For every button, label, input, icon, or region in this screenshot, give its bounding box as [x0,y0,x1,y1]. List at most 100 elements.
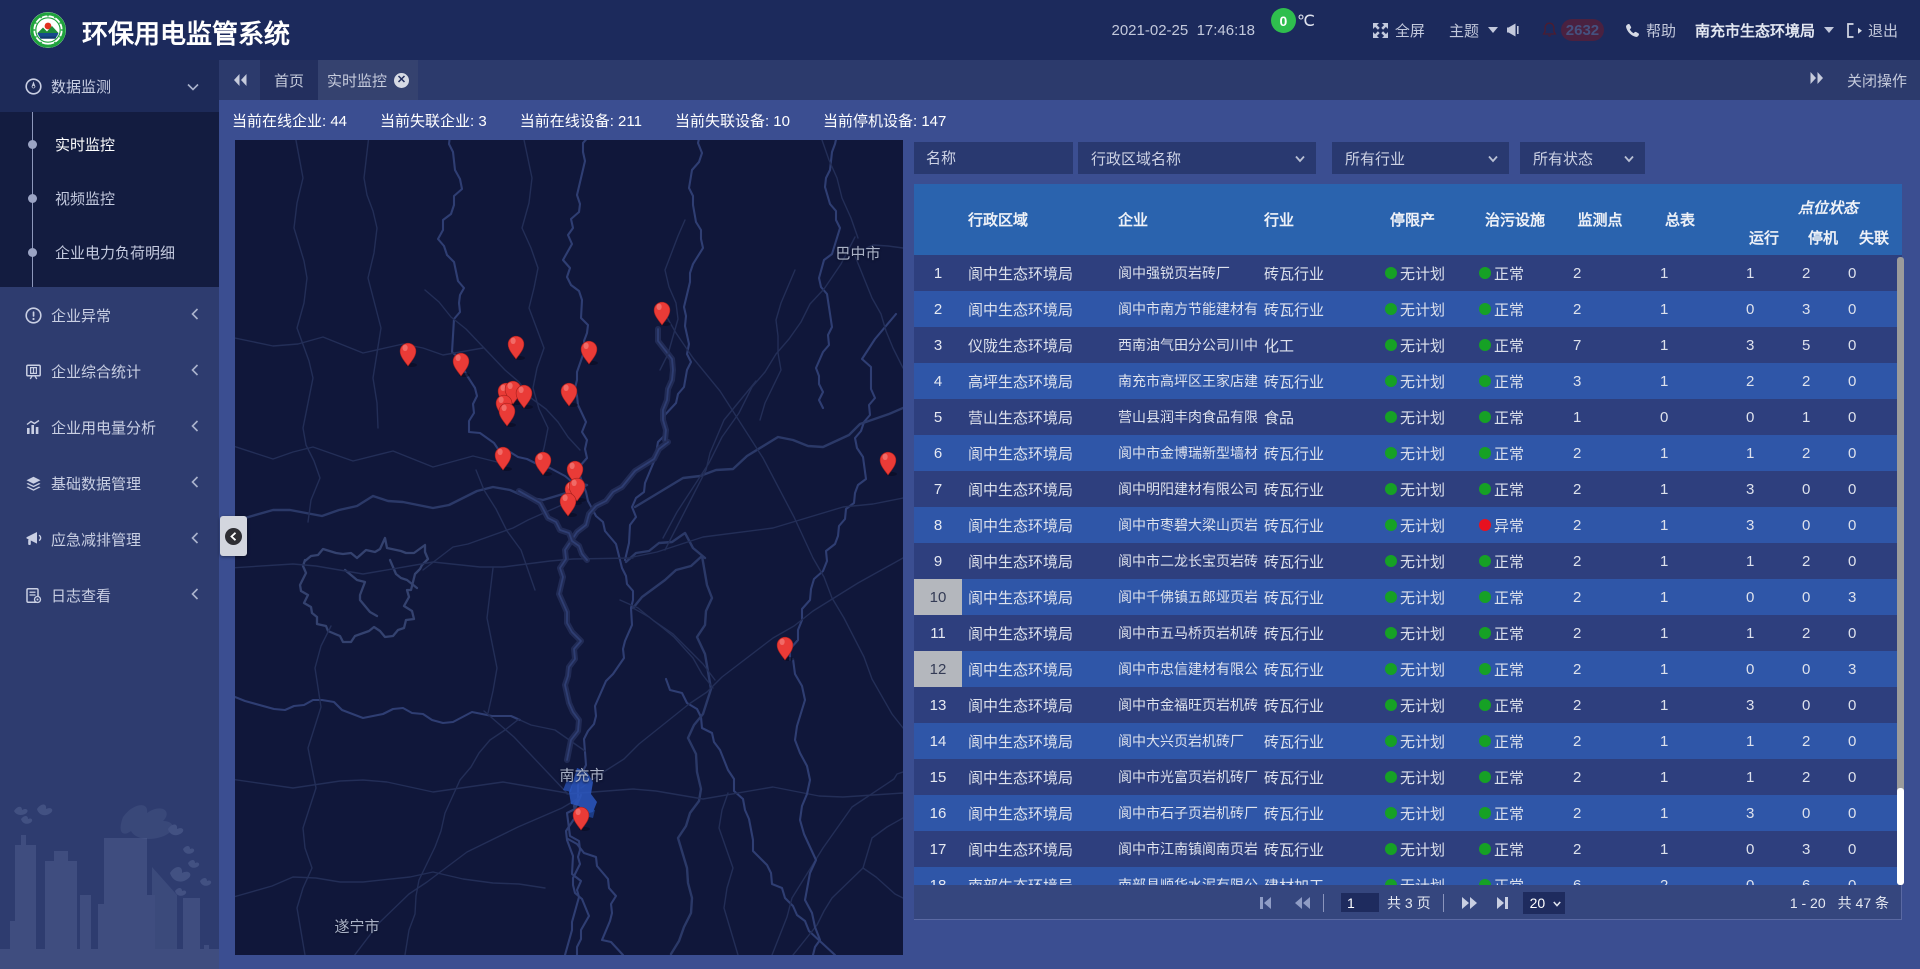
close-operations-dropdown[interactable]: 关闭操作 [1847,70,1907,91]
name-filter-input[interactable] [914,142,1073,174]
sidebar-item-0[interactable]: 数据监测 [0,60,219,112]
header-production[interactable]: 停限产 [1376,184,1472,255]
table-row[interactable]: 1阆中生态环境局阆中强锐页岩砖厂砖瓦行业无计划正常21120 [914,255,1902,291]
tabs-scroll-right-button[interactable] [1809,71,1825,89]
sidebar-item-3[interactable]: 企业用电量分析 [0,399,219,455]
status-dot-icon [1479,591,1491,603]
help-button[interactable]: 帮助 [1625,20,1676,41]
header-meter[interactable]: 总表 [1632,184,1728,255]
next-page-button[interactable] [1461,896,1478,910]
table-row[interactable]: 3仪陇生态环境局西南油气田分公司川中化工无计划正常71350 [914,327,1902,363]
header-region[interactable]: 行政区域 [962,184,1110,255]
map-pin-icon[interactable] [580,339,599,365]
logout-button[interactable]: 退出 [1846,20,1898,41]
first-page-button[interactable] [1259,896,1272,910]
table-row[interactable]: 9阆中生态环境局阆中市二龙长宝页岩砖砖瓦行业无计划正常21120 [914,543,1902,579]
map-pin-icon[interactable] [399,341,418,367]
page-number-input[interactable] [1341,893,1379,912]
cell-industry: 砖瓦行业 [1258,291,1376,327]
header-stop[interactable]: 停机 [1800,220,1846,255]
map-pin-icon[interactable] [534,450,553,476]
sidebar-subitem-label: 视频监控 [55,188,115,209]
tab-home[interactable]: 首页 [260,60,318,100]
sidebar-item-5[interactable]: 应急减排管理 [0,511,219,567]
header-monitor[interactable]: 监测点 [1568,184,1632,255]
map-pin-icon[interactable] [494,445,513,471]
table-row[interactable]: 11阆中生态环境局阆中市五马桥页岩机砖砖瓦行业无计划正常21120 [914,615,1902,651]
table-row[interactable]: 15阆中生态环境局阆中市光富页岩机砖厂砖瓦行业无计划正常21120 [914,759,1902,795]
header-treatment[interactable]: 治污设施 [1472,184,1568,255]
sidebar-subitem-0-0[interactable]: 实时监控 [0,117,219,171]
table-row[interactable]: 16阆中生态环境局阆中市石子页岩机砖厂砖瓦行业无计划正常21300 [914,795,1902,831]
chevron-down-icon [1553,900,1561,908]
cell-index: 7 [914,471,962,507]
tab-close-icon[interactable]: ✕ [394,73,409,88]
prev-page-button[interactable] [1294,896,1311,910]
map-pin-icon[interactable] [452,351,471,377]
cell-monitor: 2 [1568,435,1632,471]
sidebar-subitem-0-1[interactable]: 视频监控 [0,171,219,225]
cell-meter: 1 [1632,687,1728,723]
table-row[interactable]: 6阆中生态环境局阆中市金博瑞新型墙材砖瓦行业无计划正常21120 [914,435,1902,471]
fullscreen-button[interactable]: 全屏 [1372,20,1425,41]
region-filter-select[interactable]: 行政区域名称 [1078,142,1316,174]
sidebar-subitem-0-2[interactable]: 企业电力负荷明细 [0,225,219,279]
map-pin-icon[interactable] [572,805,591,831]
cell-company: 营山县润丰肉食品有限 [1110,399,1258,435]
cell-lost: 0 [1846,759,1902,795]
table-row[interactable]: 14阆中生态环境局阆中大兴页岩机砖厂砖瓦行业无计划正常21120 [914,723,1902,759]
map-pin-icon[interactable] [560,381,579,407]
tabs-scroll-left-button[interactable] [219,60,260,100]
map-pin-icon[interactable] [559,491,578,517]
page-size-select[interactable]: 20 [1523,892,1565,914]
notifications[interactable]: 2632 [1542,19,1604,41]
map[interactable]: 巴中市南充市遂宁市 [235,140,903,955]
table-row[interactable]: 13阆中生态环境局阆中市金福旺页岩机砖砖瓦行业无计划正常21300 [914,687,1902,723]
mute-button[interactable] [1506,23,1519,37]
header-company[interactable]: 企业 [1110,184,1258,255]
cell-treatment: 正常 [1472,579,1568,615]
table-scrollbar-thumb[interactable] [1897,788,1904,885]
cell-company: 阆中千佛镇五郎垭页岩 [1110,579,1258,615]
header-industry[interactable]: 行业 [1258,184,1376,255]
chevron-left-icon [191,308,199,323]
map-pin-icon[interactable] [776,635,795,661]
tab-realtime-monitor[interactable]: 实时监控 ✕ [318,60,418,100]
table-row[interactable]: 12阆中生态环境局阆中市忠信建材有限公砖瓦行业无计划正常21003 [914,651,1902,687]
cell-production: 无计划 [1376,363,1472,399]
cell-run: 1 [1728,759,1800,795]
sidebar-item-2[interactable]: 企业综合统计 [0,343,219,399]
table-row[interactable]: 4高坪生态环境局南充市高坪区王家店建砖瓦行业无计划正常31220 [914,363,1902,399]
sidebar-subitem-label: 实时监控 [55,134,115,155]
sidebar-item-6[interactable]: 日志查看 [0,567,219,623]
map-pin-icon[interactable] [653,300,672,326]
cell-industry: 食品 [1258,399,1376,435]
sidebar-item-1[interactable]: 企业异常 [0,287,219,343]
map-pin-icon[interactable] [507,334,526,360]
industry-filter-select[interactable]: 所有行业 [1332,142,1509,174]
map-pin-icon[interactable] [498,401,517,427]
map-pin-icon[interactable] [879,450,898,476]
header-run[interactable]: 运行 [1728,220,1800,255]
org-dropdown[interactable]: 南充市生态环境局 [1695,20,1834,41]
table-scrollbar[interactable] [1897,257,1904,885]
cell-company: 阆中市金博瑞新型墙材 [1110,435,1258,471]
sidebar-submenu: 实时监控视频监控企业电力负荷明细 [0,112,219,287]
cell-company: 阆中市石子页岩机砖厂 [1110,795,1258,831]
map-pin-icon[interactable] [515,383,534,409]
table-row[interactable]: 2阆中生态环境局阆中市南方节能建材有砖瓦行业无计划正常21030 [914,291,1902,327]
table-row[interactable]: 17阆中生态环境局阆中市江南镇阆南页岩砖瓦行业无计划正常21030 [914,831,1902,867]
last-page-button[interactable] [1496,896,1509,910]
table-row[interactable]: 10阆中生态环境局阆中千佛镇五郎垭页岩砖瓦行业无计划正常21003 [914,579,1902,615]
status-filter-select[interactable]: 所有状态 [1520,142,1645,174]
map-panel-collapse-button[interactable] [220,516,247,556]
table-row[interactable]: 18南部生态环境局南部县顺华水泥有限公建材加工无计划正常62060 [914,867,1902,885]
table-row[interactable]: 5营山生态环境局营山县润丰肉食品有限食品无计划正常10010 [914,399,1902,435]
cell-stop: 3 [1800,831,1846,867]
table-row[interactable]: 7阆中生态环境局阆中明阳建材有限公司砖瓦行业无计划正常21300 [914,471,1902,507]
theme-dropdown[interactable]: 主题 [1449,20,1498,41]
table-row[interactable]: 8阆中生态环境局阆中市枣碧大梁山页岩砖瓦行业无计划异常21300 [914,507,1902,543]
sidebar-item-4[interactable]: 基础数据管理 [0,455,219,511]
cell-treatment: 正常 [1472,795,1568,831]
header-lost[interactable]: 失联 [1846,220,1902,255]
